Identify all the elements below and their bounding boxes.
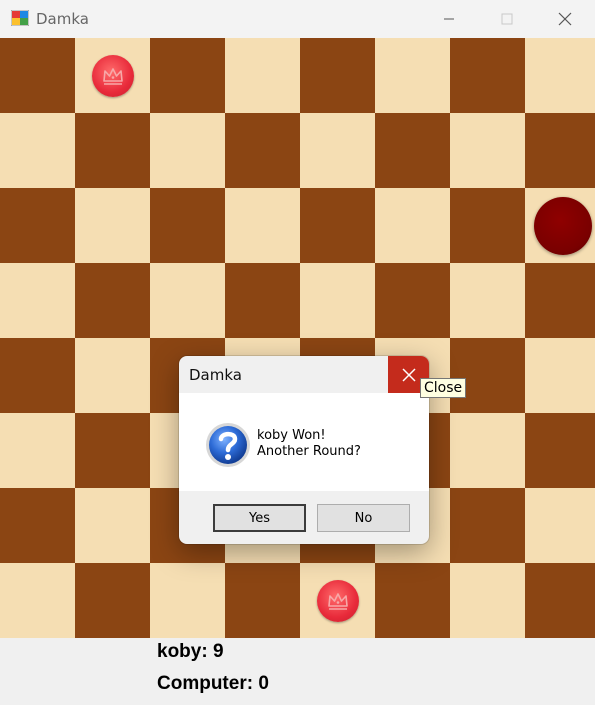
board-square[interactable] <box>450 338 525 413</box>
board-square[interactable] <box>375 38 450 113</box>
board-square[interactable] <box>450 38 525 113</box>
close-tooltip: Close <box>420 378 467 398</box>
board-square[interactable] <box>450 488 525 563</box>
window-title: Damka <box>36 10 89 28</box>
board-square[interactable] <box>75 563 150 638</box>
dialog-message: koby Won! Another Round? <box>257 428 361 460</box>
board-square[interactable] <box>225 188 300 263</box>
board-square[interactable] <box>0 338 75 413</box>
dialog-message-line1: koby Won! <box>257 428 326 443</box>
board-square[interactable] <box>300 38 375 113</box>
board-square[interactable] <box>450 413 525 488</box>
board-square[interactable] <box>375 263 450 338</box>
board-square[interactable] <box>450 263 525 338</box>
board-square[interactable] <box>75 113 150 188</box>
board-square[interactable] <box>75 263 150 338</box>
maximize-button[interactable] <box>484 0 530 38</box>
board-square[interactable] <box>375 563 450 638</box>
question-icon <box>206 423 250 467</box>
board-square[interactable] <box>75 188 150 263</box>
board-square[interactable] <box>0 413 75 488</box>
board-square[interactable] <box>0 488 75 563</box>
checker-piece[interactable] <box>533 196 592 255</box>
minimize-icon <box>444 18 454 20</box>
board-square[interactable] <box>150 38 225 113</box>
board-square[interactable] <box>75 338 150 413</box>
board-square[interactable] <box>300 113 375 188</box>
board-square[interactable] <box>225 38 300 113</box>
window-titlebar: Damka <box>0 0 595 38</box>
app-icon <box>11 10 29 26</box>
board-square[interactable] <box>0 188 75 263</box>
dialog-message-line2: Another Round? <box>257 444 361 459</box>
board-square[interactable] <box>75 413 150 488</box>
close-icon <box>558 12 572 26</box>
crown-icon <box>102 67 123 85</box>
board-square[interactable] <box>0 113 75 188</box>
board-square[interactable] <box>525 563 595 638</box>
score-panel: koby: 9 Computer: 0 <box>0 638 595 705</box>
board-square[interactable] <box>0 263 75 338</box>
board-square[interactable] <box>0 38 75 113</box>
checkers-board[interactable] <box>0 38 595 638</box>
player2-score: Computer: 0 <box>157 673 269 694</box>
close-icon <box>401 367 416 382</box>
board-square[interactable] <box>150 563 225 638</box>
board-square[interactable] <box>525 263 595 338</box>
board-square[interactable] <box>450 563 525 638</box>
dialog-body: koby Won! Another Round? <box>179 393 429 491</box>
board-square[interactable] <box>525 413 595 488</box>
board-square[interactable] <box>450 113 525 188</box>
king-piece[interactable] <box>316 579 359 622</box>
board-square[interactable] <box>0 563 75 638</box>
board-square[interactable] <box>75 488 150 563</box>
no-button[interactable]: No <box>317 504 410 532</box>
board-square[interactable] <box>525 113 595 188</box>
board-square[interactable] <box>225 263 300 338</box>
board-square[interactable] <box>525 338 595 413</box>
window-close-button[interactable] <box>542 0 588 38</box>
board-square[interactable] <box>225 563 300 638</box>
board-square[interactable] <box>375 188 450 263</box>
board-square[interactable] <box>450 188 525 263</box>
board-square[interactable] <box>375 113 450 188</box>
maximize-icon <box>501 13 513 25</box>
board-square[interactable] <box>150 263 225 338</box>
dialog-title: Damka <box>189 366 242 384</box>
king-piece[interactable] <box>91 54 134 97</box>
board-square[interactable] <box>225 113 300 188</box>
board-square[interactable] <box>300 188 375 263</box>
crown-icon <box>327 592 348 610</box>
yes-button[interactable]: Yes <box>213 504 306 532</box>
message-box: Damka koby Won! Another Round? Yes No <box>179 356 429 544</box>
board-square[interactable] <box>300 263 375 338</box>
board-square[interactable] <box>525 488 595 563</box>
board-square[interactable] <box>150 188 225 263</box>
minimize-button[interactable] <box>426 0 472 38</box>
board-square[interactable] <box>150 113 225 188</box>
player1-score: koby: 9 <box>157 641 224 662</box>
board-square[interactable] <box>525 38 595 113</box>
